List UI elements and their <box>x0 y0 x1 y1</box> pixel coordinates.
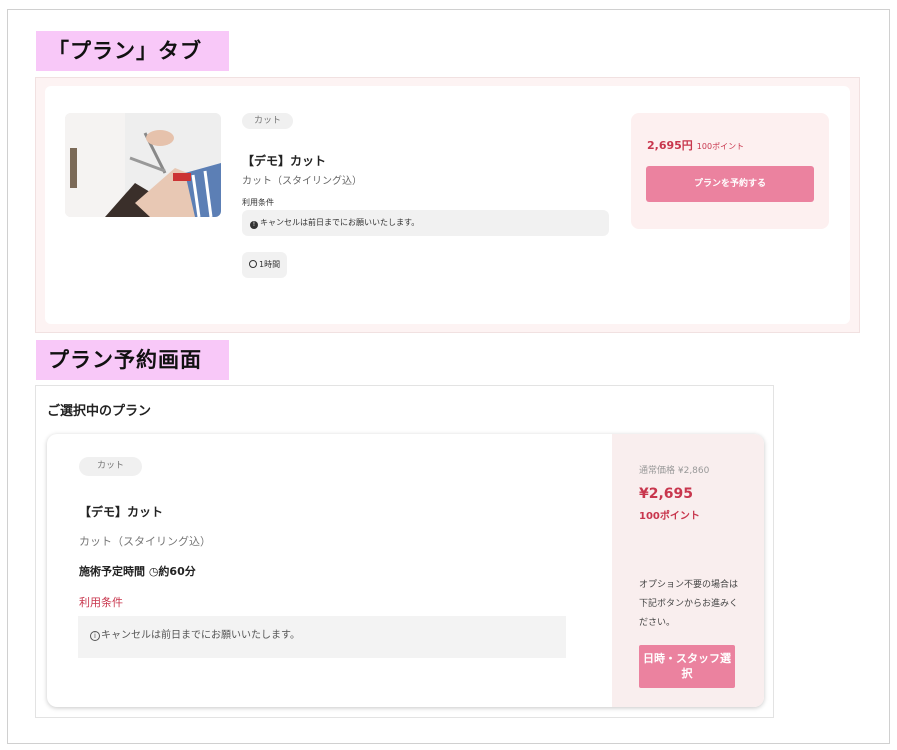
category-chip: カット <box>242 113 294 129</box>
hair-photo <box>65 113 221 217</box>
plan-tab-panel: カット 【デモ】カット カット（スタイリング込） 利用条件 ! キャンセルは前日ま… <box>35 77 860 333</box>
info-icon: i <box>90 631 100 641</box>
treatment-duration: 施術予定時間 ◷約60分 <box>79 565 196 578</box>
hair-photo-illustration <box>65 113 221 217</box>
option-note: オプション不要の場合は下記ボタンからお進みください。 <box>639 580 739 628</box>
plan-subtitle: カット（スタイリング込） <box>79 535 211 548</box>
price: 2,695円 100ポイント <box>647 137 744 153</box>
price-value: 2,695円 <box>647 139 693 152</box>
plan-card[interactable]: カット 【デモ】カット カット（スタイリング込） 利用条件 ! キャンセルは前日ま… <box>45 86 850 324</box>
cancel-notice: ! キャンセルは前日までにお願いいたします。 <box>242 210 609 236</box>
duration-badge: 1時間 <box>242 252 288 278</box>
cancel-notice-text: キャンセルは前日までにお願いいたします。 <box>260 218 420 227</box>
plan-title: 【デモ】カット <box>79 505 164 519</box>
cancel-notice-text: キャンセルは前日までにお願いいたします。 <box>101 630 300 641</box>
selected-plan-heading: ご選択中のプラン <box>47 404 152 419</box>
select-datetime-staff-button[interactable]: 日時・スタッフ選択 <box>639 645 735 688</box>
points: 100ポイント <box>696 142 745 151</box>
category-chip: カット <box>79 457 143 476</box>
duration-text: 1時間 <box>259 260 281 269</box>
selected-plan-card: カット 【デモ】カット カット（スタイリング込） 施術予定時間 ◷約60分 利用… <box>47 434 764 707</box>
conditions-label: 利用条件 <box>79 596 123 609</box>
info-icon: ! <box>250 221 258 229</box>
cancel-notice: i キャンセルは前日までにお願いいたします。 <box>78 616 566 658</box>
price-sidebar: 通常価格 ¥2,860 ¥2,695 100ポイント オプション不要の場合は下記… <box>612 434 764 707</box>
reserve-plan-button[interactable]: プランを予約する <box>646 166 814 202</box>
plan-subtitle: カット（スタイリング込） <box>242 176 362 187</box>
price-box: 2,695円 100ポイント プランを予約する <box>631 113 829 229</box>
list-price: 通常価格 ¥2,860 <box>639 466 710 476</box>
points: 100ポイント <box>639 511 700 522</box>
clock-icon <box>249 260 257 268</box>
price: ¥2,695 <box>639 486 694 502</box>
section-label-reservation: プラン予約画面 <box>36 340 229 380</box>
reservation-panel: ご選択中のプラン カット 【デモ】カット カット（スタイリング込） 施術予定時間… <box>35 385 774 718</box>
conditions-label: 利用条件 <box>242 198 274 207</box>
plan-title: 【デモ】カット <box>242 154 327 168</box>
section-label-plan-tab: 「プラン」タブ <box>36 31 229 71</box>
